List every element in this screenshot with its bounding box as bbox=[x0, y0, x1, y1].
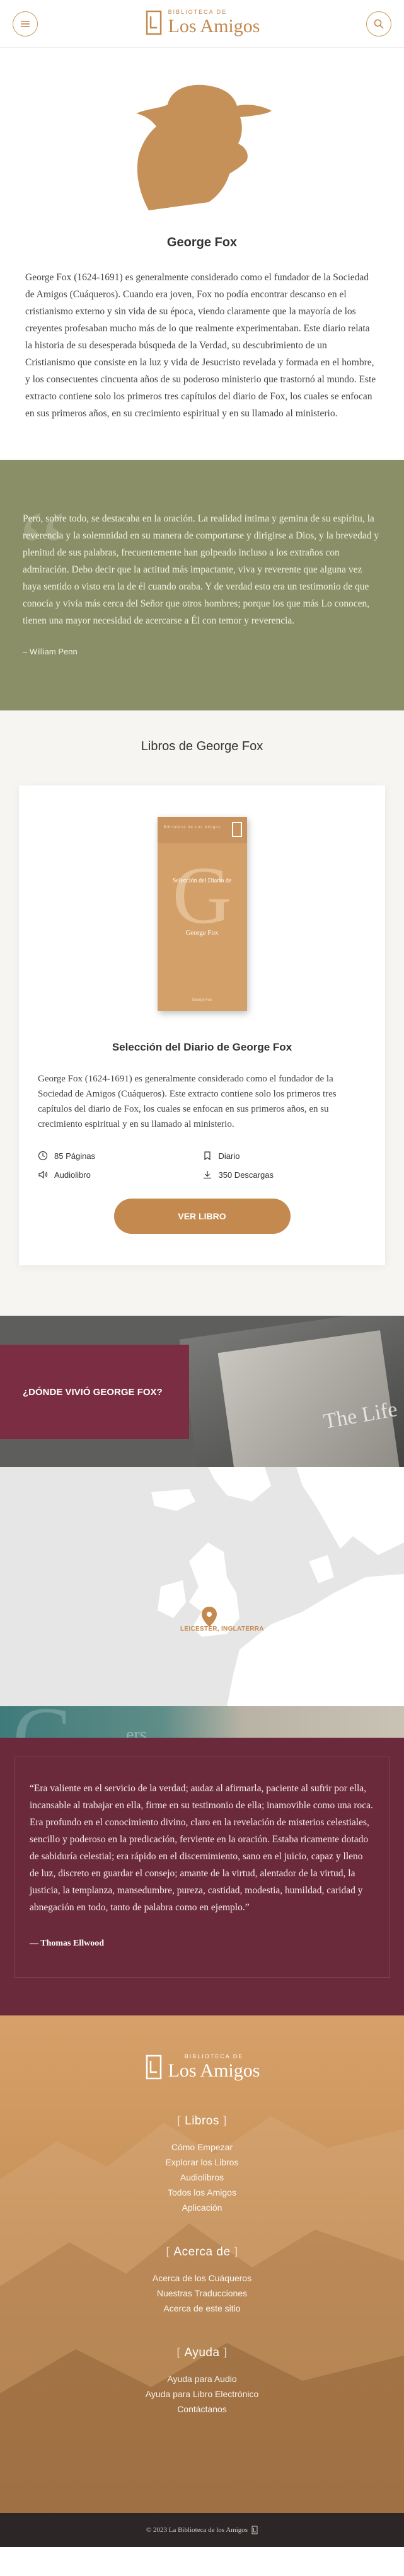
site-footer: Biblioteca de Los Amigos [ Libros ] Cómo… bbox=[0, 2015, 404, 2547]
author-bio: George Fox (1624-1691) es generalmente c… bbox=[25, 272, 376, 419]
books-section: Libros de George Fox Biblioteca de Los A… bbox=[0, 710, 404, 1316]
author-name: George Fox bbox=[166, 236, 238, 249]
ellwood-quote-box: “Era valiente en el servicio de la verda… bbox=[14, 1757, 390, 1978]
site-logo[interactable]: Biblioteca de Los Amigos bbox=[144, 9, 260, 37]
search-button[interactable] bbox=[366, 11, 391, 37]
menu-button[interactable] bbox=[13, 11, 38, 37]
footer-link[interactable]: Ayuda para Audio bbox=[13, 2371, 391, 2386]
meta-type-text: Diario bbox=[218, 1151, 240, 1161]
clock-icon bbox=[38, 1151, 48, 1161]
author-section: George Fox George Fox (1624-1691) es gen… bbox=[0, 48, 404, 447]
footer-link[interactable]: Audiolibros bbox=[13, 2170, 391, 2185]
meta-audio-text: Audiolibro bbox=[54, 1170, 91, 1180]
cover-bottom-text: George Fox bbox=[192, 998, 212, 1002]
logo-big-text: Los Amigos bbox=[168, 16, 260, 37]
footer-section-ayuda: [ Ayuda ] Ayuda para Audio Ayuda para Li… bbox=[13, 2346, 391, 2417]
book-meta: 85 Páginas Diario Audiolibro 350 Descarg… bbox=[38, 1151, 366, 1180]
location-map[interactable]: LEICESTER, INGLATERRA bbox=[0, 1467, 404, 1706]
footer-link[interactable]: Cómo Empezar bbox=[13, 2140, 391, 2155]
quote2-text: “Era valiente en el servicio de la verda… bbox=[30, 1783, 373, 1913]
cover-title: Selección del Diario de bbox=[172, 877, 232, 884]
footer-logo-big-text: Los Amigos bbox=[168, 2060, 260, 2081]
site-header: Biblioteca de Los Amigos bbox=[0, 0, 404, 48]
cover-logo-icon bbox=[231, 822, 242, 837]
quote-cite: – William Penn bbox=[23, 647, 78, 656]
footer-link[interactable]: Acerca de los Cuáqueros bbox=[13, 2271, 391, 2286]
footer-link[interactable]: Nuestras Traducciones bbox=[13, 2286, 391, 2301]
view-book-button[interactable]: VER LIBRO bbox=[113, 1199, 291, 1234]
copyright-text: © 2023 La Biblioteca de los Amigos bbox=[146, 2526, 248, 2534]
quote-text: Pero, sobre todo, se destacaba en la ora… bbox=[23, 513, 379, 626]
logo-bracket-icon bbox=[146, 10, 161, 35]
footer-section-acerca: [ Acerca de ] Acerca de los Cuáqueros Nu… bbox=[13, 2245, 391, 2316]
where-lived-section: The Life ¿DÓNDE VIVIÓ GEORGE FOX? bbox=[0, 1316, 404, 1467]
footer-section-title: [ Acerca de ] bbox=[166, 2245, 238, 2259]
search-icon bbox=[374, 19, 384, 29]
footer-logo-bracket-icon bbox=[146, 2055, 161, 2080]
footer-link[interactable]: Todos los Amigos bbox=[13, 2185, 391, 2200]
footer-link[interactable]: Contáctanos bbox=[13, 2402, 391, 2417]
hamburger-icon bbox=[21, 21, 30, 27]
speaker-icon bbox=[38, 1170, 48, 1179]
bookmark-icon bbox=[204, 1151, 211, 1161]
footer-section-title: [ Libros ] bbox=[177, 2114, 227, 2128]
cover-author: George Fox bbox=[185, 929, 219, 937]
book-description: George Fox (1624-1691) es generalmente c… bbox=[38, 1074, 337, 1129]
map-land-image bbox=[0, 1467, 404, 1706]
footer-link[interactable]: Aplicación bbox=[13, 2200, 391, 2215]
meta-type: Diario bbox=[202, 1151, 367, 1161]
meta-audio[interactable]: Audiolibro bbox=[38, 1170, 202, 1180]
cover-series-text: Biblioteca de Los Amigos bbox=[163, 826, 221, 829]
book-title[interactable]: Selección del Diario de George Fox bbox=[38, 1041, 366, 1054]
ellwood-quote-section: “Era valiente en el servicio de la verda… bbox=[0, 1738, 404, 2015]
logo-small-text: Biblioteca de bbox=[168, 9, 228, 15]
where-lived-label: ¿DÓNDE VIVIÓ GEORGE FOX? bbox=[0, 1345, 189, 1439]
penn-quote-section: “ Pero, sobre todo, se destacaba en la o… bbox=[0, 460, 404, 710]
cover-letter: G bbox=[172, 850, 232, 941]
book-card: Biblioteca de Los Amigos G Selección del… bbox=[19, 785, 385, 1265]
footer-section-title: [ Ayuda ] bbox=[176, 2346, 228, 2359]
author-silhouette-image bbox=[136, 84, 272, 210]
footer-logo[interactable]: Biblioteca de Los Amigos bbox=[144, 2053, 260, 2081]
footer-section-libros: [ Libros ] Cómo Empezar Explorar los Lib… bbox=[13, 2114, 391, 2215]
map-pin-label: LEICESTER, INGLATERRA bbox=[180, 1626, 264, 1633]
footer-logo-small-text: Biblioteca de bbox=[184, 2053, 244, 2060]
quote2-cite: — Thomas Ellwood bbox=[30, 1939, 104, 1948]
small-logo-icon bbox=[251, 2526, 258, 2534]
download-icon bbox=[203, 1171, 211, 1179]
footer-link[interactable]: Acerca de este sitio bbox=[13, 2301, 391, 2316]
copyright-bar: © 2023 La Biblioteca de los Amigos bbox=[0, 2513, 404, 2547]
footer-link[interactable]: Explorar los Libros bbox=[13, 2155, 391, 2170]
book-cover[interactable]: Biblioteca de Los Amigos G Selección del… bbox=[157, 817, 247, 1011]
meta-downloads-text: 350 Descargas bbox=[218, 1170, 274, 1180]
books-heading: Libros de George Fox bbox=[141, 739, 263, 753]
book-background-image-2 bbox=[217, 1330, 401, 1467]
meta-pages-text: 85 Páginas bbox=[54, 1151, 96, 1161]
meta-downloads: 350 Descargas bbox=[202, 1170, 367, 1180]
meta-pages: 85 Páginas bbox=[38, 1151, 202, 1161]
footer-link[interactable]: Ayuda para Libro Electrónico bbox=[13, 2386, 391, 2402]
